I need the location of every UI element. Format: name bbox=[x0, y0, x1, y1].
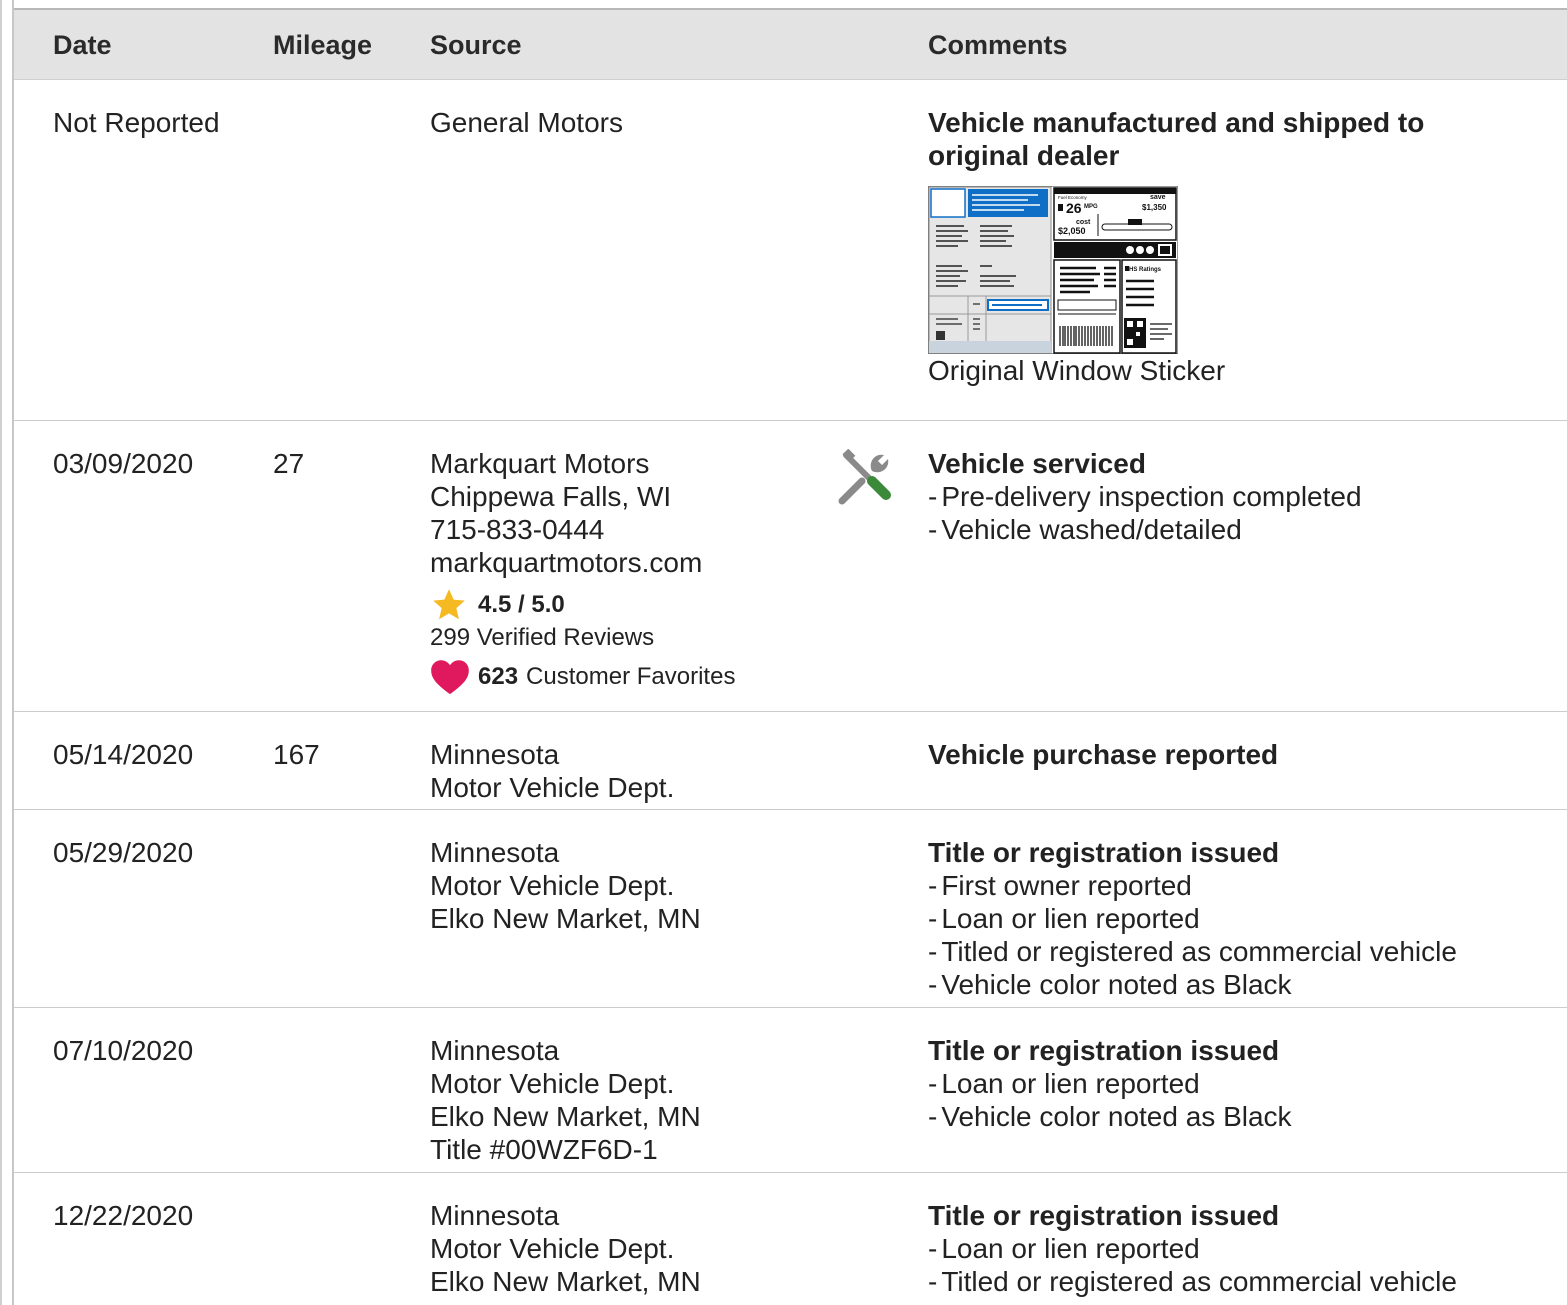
row-comments: Title or registration issued Loan or lie… bbox=[928, 1034, 1548, 1133]
window-sticker-link[interactable]: Original Window Sticker bbox=[928, 354, 1548, 387]
comment-item: Vehicle color noted as Black bbox=[928, 968, 1548, 1001]
favorites-label: Customer Favorites bbox=[526, 663, 736, 690]
comment-title: Title or registration issued bbox=[928, 1200, 1280, 1231]
comment-item: Vehicle color noted as Black bbox=[928, 1100, 1548, 1133]
source-line: Motor Vehicle Dept. bbox=[430, 870, 675, 901]
row-source: General Motors bbox=[430, 106, 623, 139]
source-website-link[interactable]: markquartmotors.com bbox=[430, 546, 735, 579]
source-phone[interactable]: 715-833-0444 bbox=[430, 513, 735, 546]
dealer-rating: 4.5 / 5.0 bbox=[430, 587, 735, 623]
header-mileage: Mileage bbox=[273, 30, 373, 60]
comment-item: Loan or lien reported bbox=[928, 902, 1548, 935]
row-source: Minnesota Motor Vehicle Dept. Elko New M… bbox=[430, 1034, 701, 1166]
svg-text:save: save bbox=[1150, 194, 1166, 201]
row-comments: Title or registration issued Loan or lie… bbox=[928, 1199, 1548, 1298]
wrench-service-icon bbox=[838, 448, 891, 505]
source-line: Motor Vehicle Dept. bbox=[430, 1233, 675, 1264]
favorites-count: 623 bbox=[478, 663, 519, 690]
source-title-number: Title #00WZF6D-1 bbox=[430, 1134, 658, 1165]
header-source: Source bbox=[430, 30, 522, 60]
history-frame: Date Mileage Source Comments Not Reporte… bbox=[0, 0, 1567, 1305]
heart-icon bbox=[431, 660, 469, 695]
comment-item: Loan or lien reported bbox=[928, 1232, 1548, 1265]
service-icon-cell bbox=[838, 448, 894, 512]
source-line: Minnesota bbox=[430, 837, 560, 868]
source-line: General Motors bbox=[430, 107, 623, 138]
customer-favorites: 623 Customer Favorites bbox=[430, 659, 735, 695]
row-date: 05/29/2020 bbox=[53, 837, 194, 868]
row-comments: Vehicle manufactured and shipped to orig… bbox=[928, 106, 1548, 387]
row-source: Minnesota Motor Vehicle Dept. bbox=[430, 738, 674, 804]
source-line: Elko New Market, MN bbox=[430, 903, 701, 934]
svg-text:$1,350: $1,350 bbox=[1142, 203, 1167, 212]
row-date: 12/22/2020 bbox=[53, 1200, 194, 1231]
comment-item: Vehicle washed/detailed bbox=[928, 513, 1548, 546]
source-line: Elko New Market, MN bbox=[430, 1101, 701, 1132]
row-mileage: 167 bbox=[273, 739, 320, 770]
table-row: 03/09/2020 27 Markquart Motors Chippewa … bbox=[14, 421, 1567, 712]
svg-text:MPG: MPG bbox=[1084, 204, 1098, 210]
svg-text:26: 26 bbox=[1066, 200, 1082, 216]
svg-text:cost: cost bbox=[1076, 219, 1091, 226]
row-comments: Title or registration issued First owner… bbox=[928, 836, 1548, 1001]
row-comments: Vehicle purchase reported bbox=[928, 738, 1548, 771]
row-source: Minnesota Motor Vehicle Dept. Elko New M… bbox=[430, 1199, 701, 1298]
source-line: Minnesota bbox=[430, 1200, 560, 1231]
comment-title: Vehicle purchase reported bbox=[928, 739, 1279, 770]
comment-item: Titled or registered as commercial vehic… bbox=[928, 935, 1548, 968]
comment-item: Titled or registered as commercial vehic… bbox=[928, 1265, 1548, 1298]
source-line: Motor Vehicle Dept. bbox=[430, 772, 675, 803]
table-row: 07/10/2020 Minnesota Motor Vehicle Dept.… bbox=[14, 1008, 1567, 1173]
source-line: Minnesota bbox=[430, 739, 560, 770]
row-date: 05/14/2020 bbox=[53, 739, 194, 770]
rating-value: 4.5 / 5.0 bbox=[478, 591, 565, 618]
table-row: 12/22/2020 Minnesota Motor Vehicle Dept.… bbox=[14, 1173, 1567, 1305]
row-comments: Vehicle serviced Pre-delivery inspection… bbox=[928, 447, 1548, 546]
source-line: Motor Vehicle Dept. bbox=[430, 1068, 675, 1099]
row-mileage: 27 bbox=[273, 448, 305, 479]
row-date: 07/10/2020 bbox=[53, 1035, 194, 1066]
svg-text:HS Ratings: HS Ratings bbox=[1129, 267, 1162, 273]
table-row: Not Reported General Motors Vehicle manu… bbox=[14, 80, 1567, 421]
comment-item: First owner reported bbox=[928, 869, 1548, 902]
row-source: Markquart Motors Chippewa Falls, WI 715-… bbox=[430, 447, 735, 695]
table-row: 05/14/2020 167 Minnesota Motor Vehicle D… bbox=[14, 712, 1567, 810]
comment-title: Title or registration issued bbox=[928, 1035, 1280, 1066]
source-location: Chippewa Falls, WI bbox=[430, 481, 672, 512]
comment-item: Pre-delivery inspection completed bbox=[928, 480, 1548, 513]
row-source: Minnesota Motor Vehicle Dept. Elko New M… bbox=[430, 836, 701, 935]
svg-text:$2,050: $2,050 bbox=[1058, 226, 1086, 236]
source-name: Markquart Motors bbox=[430, 448, 650, 479]
star-icon bbox=[433, 589, 465, 620]
comment-title: Vehicle serviced bbox=[928, 448, 1146, 479]
source-line: Elko New Market, MN bbox=[430, 1266, 701, 1297]
vehicle-history-table: Date Mileage Source Comments Not Reporte… bbox=[14, 8, 1567, 1305]
row-date: 03/09/2020 bbox=[53, 448, 194, 479]
source-line: Minnesota bbox=[430, 1035, 560, 1066]
header-date: Date bbox=[53, 30, 112, 60]
table-header: Date Mileage Source Comments bbox=[14, 10, 1567, 80]
comment-title: Vehicle manufactured and shipped to orig… bbox=[928, 107, 1425, 171]
verified-reviews-link[interactable]: 299 Verified Reviews bbox=[430, 623, 735, 653]
table-row: 05/29/2020 Minnesota Motor Vehicle Dept.… bbox=[14, 810, 1567, 1008]
comment-title: Title or registration issued bbox=[928, 837, 1280, 868]
comment-item: Loan or lien reported bbox=[928, 1067, 1548, 1100]
row-date: Not Reported bbox=[53, 107, 220, 138]
window-sticker-thumbnail[interactable]: Fuel Economy 26 MPG save $1,350 cost $2,… bbox=[928, 186, 1178, 354]
header-comments: Comments bbox=[928, 30, 1068, 60]
